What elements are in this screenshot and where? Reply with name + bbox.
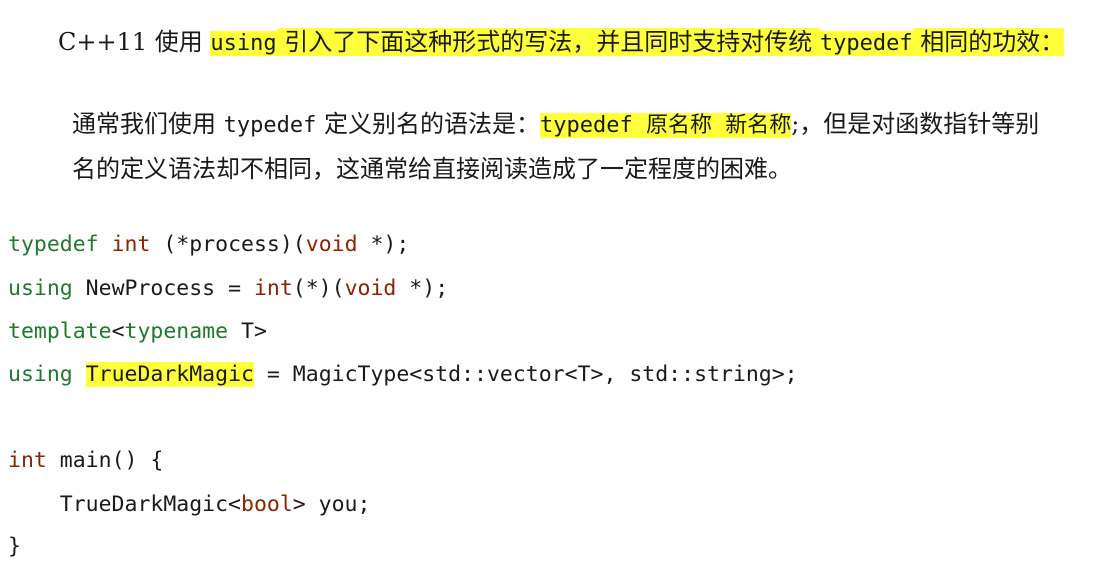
code-type: void xyxy=(344,275,397,301)
code-text: > you; xyxy=(292,491,371,517)
code-type: int xyxy=(253,275,293,301)
code-keyword-using: using xyxy=(210,31,277,56)
prose-text: 名的定义语法却不相同，这通常给直接阅读造成了一定程度的困难。 xyxy=(72,155,792,183)
code-keyword: typename xyxy=(124,318,229,344)
prose-text-highlighted: 相同的功效： xyxy=(912,28,1065,56)
code-text: (*)( xyxy=(292,275,345,301)
code-text: NewProcess = xyxy=(72,275,254,301)
code-keyword: using xyxy=(8,275,73,301)
code-type: bool xyxy=(241,491,293,517)
prose-text-highlighted: 引入了下面这种形式的写法，并且同时支持对传统 xyxy=(276,28,820,56)
code-line-4: using TrueDarkMagic = MagicType<std::vec… xyxy=(8,342,798,407)
prose-line-3: 名的定义语法却不相同，这通常给直接阅读造成了一定程度的困难。 xyxy=(72,133,792,181)
code-text: *); xyxy=(396,275,449,301)
code-keyword-typedef: typedef xyxy=(819,31,913,56)
code-text: T> xyxy=(228,318,267,344)
code-text: < xyxy=(111,318,125,344)
code-type: int xyxy=(111,231,151,257)
prose-line-1: C++11 使用 using 引入了下面这种形式的写法，并且同时支持对传统 ty… xyxy=(58,6,1065,56)
code-text: (*process)( xyxy=(150,231,306,257)
code-line-7: } xyxy=(8,514,34,579)
code-text: main() { xyxy=(46,447,164,473)
code-keyword: using xyxy=(8,361,73,387)
code-line-6: TrueDarkMagic<bool> you; xyxy=(8,472,371,537)
code-text: *); xyxy=(357,231,410,257)
alias-name-highlighted: TrueDarkMagic xyxy=(85,361,254,387)
prose-line-2: 通常我们使用 typedef 定义别名的语法是：typedef 原名称 新名称;… xyxy=(72,88,1040,138)
code-keyword: template xyxy=(8,318,112,344)
prose-text: ;，但是对函数指针等别 xyxy=(791,110,1040,138)
code-text: = MagicType<std::vector<T>, std::string>… xyxy=(253,361,798,387)
code-text: TrueDarkMagic< xyxy=(8,491,241,517)
code-type: void xyxy=(305,231,358,257)
prose-text: C++11 使用 xyxy=(58,28,211,56)
code-text: } xyxy=(8,533,21,559)
code-type: int xyxy=(8,447,47,473)
code-keyword: typedef xyxy=(8,231,99,257)
